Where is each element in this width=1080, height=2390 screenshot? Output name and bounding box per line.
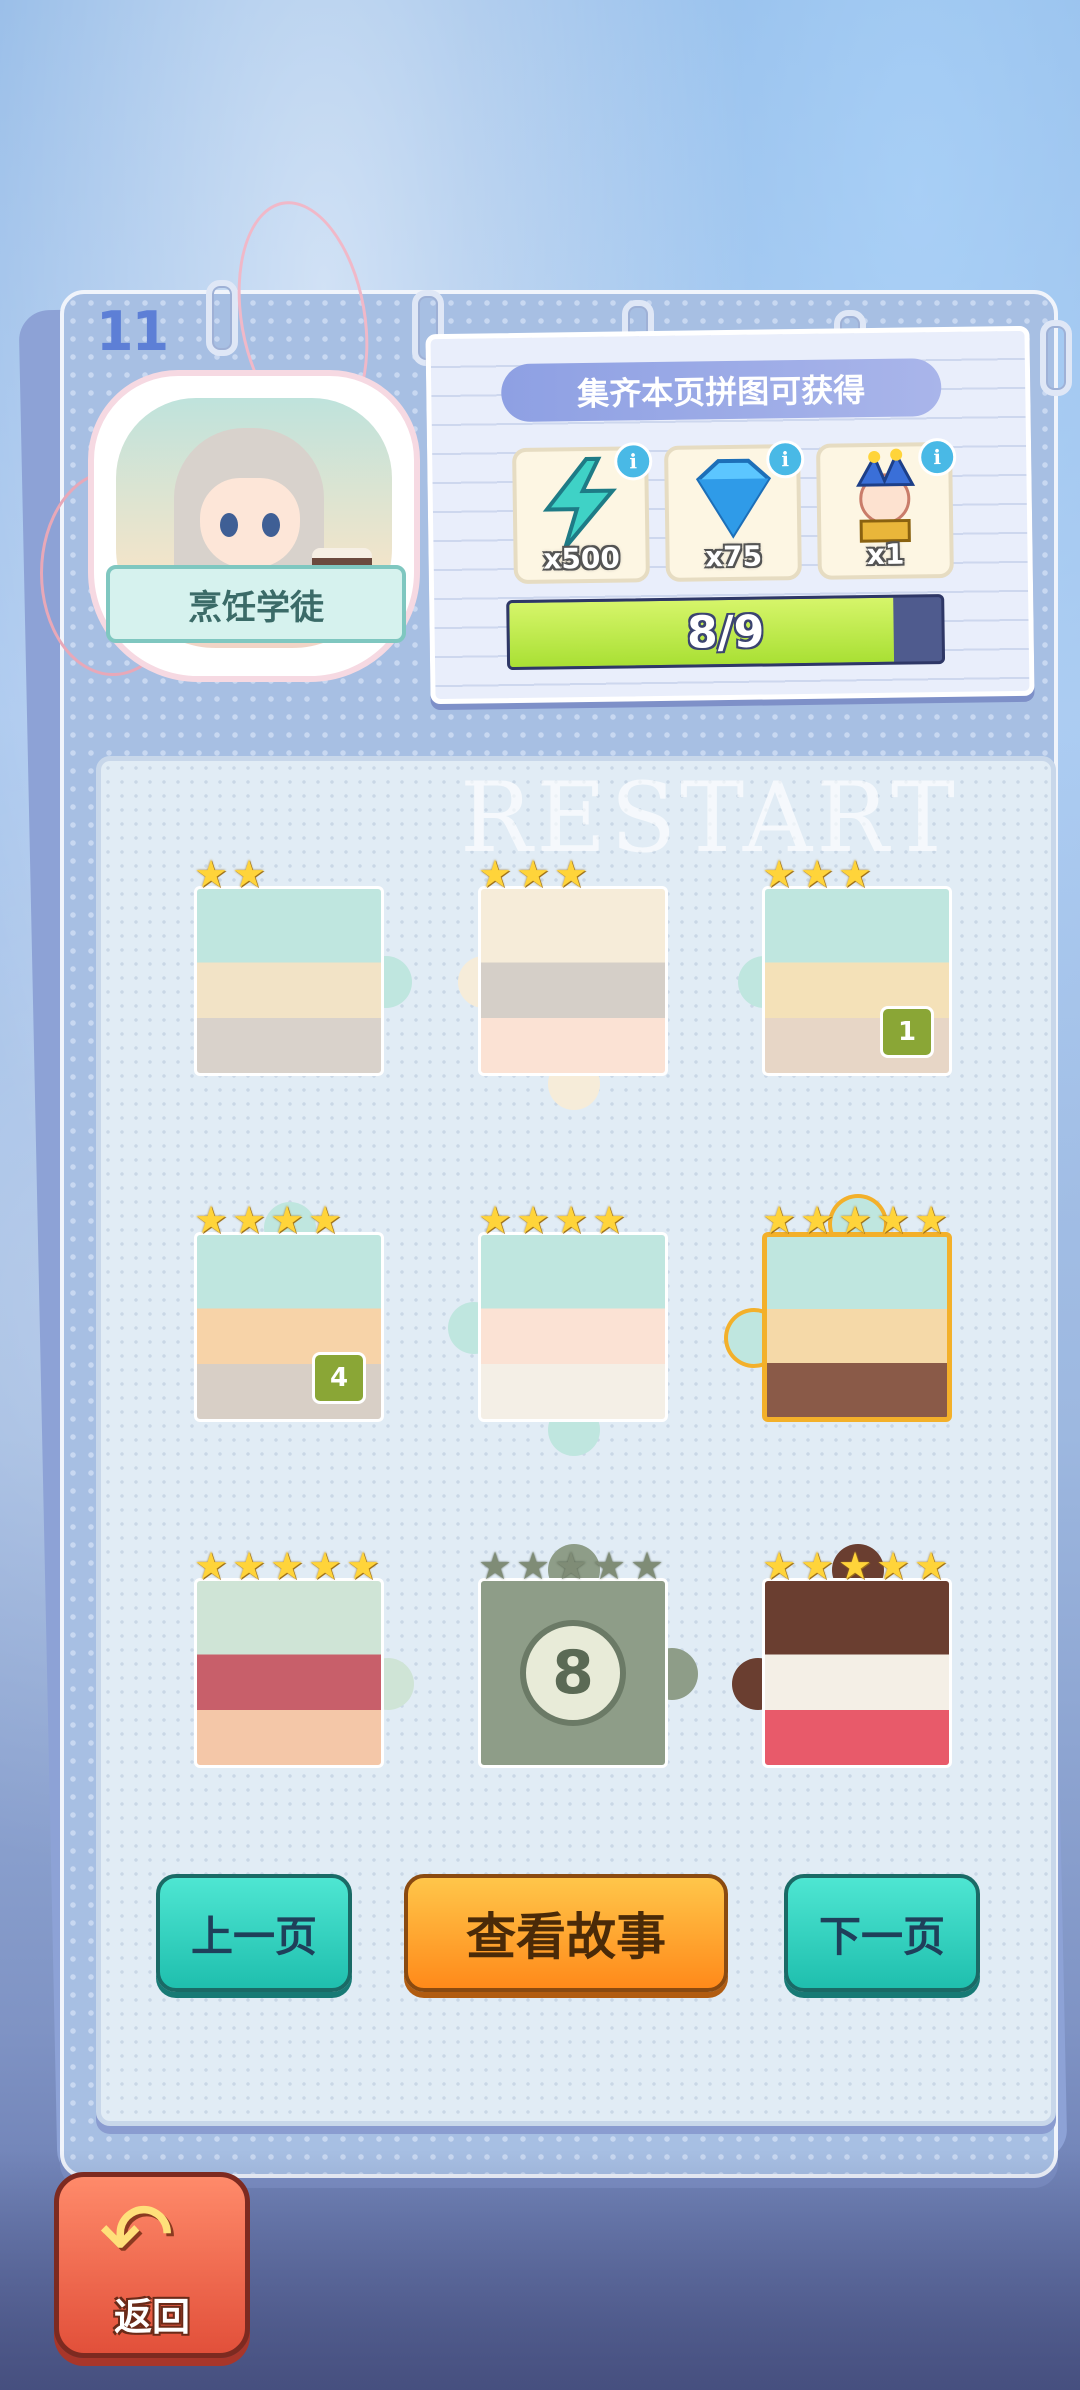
star-icon: ★: [838, 852, 873, 896]
piece-art: [478, 1232, 668, 1422]
star-icon: ★: [478, 1544, 513, 1588]
piece-art: [478, 886, 668, 1076]
reward-quantity: x1: [866, 537, 905, 572]
star-icon: ★: [876, 1198, 911, 1242]
puzzle-piece[interactable]: ★ ★ ★ ★ 4: [194, 1201, 384, 1422]
star-icon: ★: [346, 1544, 381, 1588]
star-icon: ★: [308, 1544, 343, 1588]
binder-ring: [1040, 320, 1072, 396]
back-arrow-icon: ↶: [99, 2183, 175, 2288]
piece-art: [194, 886, 384, 1076]
star-rating: ★ ★ ★ ★ ★: [762, 1198, 950, 1242]
star-icon: ★: [876, 1544, 911, 1588]
character-eye: [262, 513, 280, 537]
star-icon: ★: [592, 1198, 627, 1242]
puzzle-piece[interactable]: ★ ★ ★ ★ ★: [728, 1198, 952, 1422]
star-icon: ★: [762, 1544, 797, 1588]
puzzle-piece[interactable]: ★ ★ ★ 1: [738, 855, 952, 1076]
star-icon: ★: [762, 852, 797, 896]
star-icon: ★: [194, 1198, 229, 1242]
star-icon: ★: [838, 1544, 873, 1588]
progress-text: 8/9: [686, 606, 765, 659]
character-face: [200, 478, 300, 568]
back-label: 返回: [113, 2295, 190, 2339]
star-icon: ★: [270, 1198, 305, 1242]
puzzle-piece[interactable]: ★ ★ ★ ★: [448, 1201, 668, 1456]
star-icon: ★: [800, 1544, 835, 1588]
info-icon[interactable]: i: [917, 437, 957, 477]
puzzle-piece[interactable]: ★ ★ ★ ★ ★: [194, 1547, 414, 1768]
next-page-button[interactable]: 下一页: [784, 1874, 980, 1992]
puzzle-piece[interactable]: ★ ★ ★ ★ ★: [732, 1544, 952, 1768]
star-icon: ★: [914, 1544, 949, 1588]
character-eye: [220, 513, 238, 537]
star-icon: ★: [478, 1198, 513, 1242]
star-icon: ★: [554, 1198, 589, 1242]
star-icon: ★: [800, 1198, 835, 1242]
back-button[interactable]: ↶ 返回: [54, 2172, 250, 2358]
view-story-button[interactable]: 查看故事: [404, 1874, 728, 1992]
reward-title: 集齐本页拼图可获得: [500, 358, 942, 423]
star-icon: ★: [762, 1198, 797, 1242]
star-icon: ★: [516, 1198, 551, 1242]
info-icon[interactable]: i: [765, 439, 805, 479]
reward-diamond[interactable]: x75 i: [664, 439, 805, 582]
badge-title: 烹饪学徒: [106, 565, 406, 643]
piece-art: [762, 1578, 952, 1768]
star-icon: ★: [914, 1198, 949, 1242]
reward-quantity: x75: [704, 539, 763, 574]
collection-progress-bar: 8/9: [506, 594, 946, 671]
piece-count-badge: 1: [880, 1006, 934, 1058]
star-icon: ★: [516, 852, 551, 896]
star-icon: ★: [232, 1544, 267, 1588]
puzzle-piece[interactable]: ★ ★ ★: [458, 855, 668, 1110]
star-icon: ★: [800, 852, 835, 896]
star-rating: ★ ★ ★ ★: [194, 1198, 344, 1242]
chapter-number: 11: [96, 300, 169, 363]
binder-ring: [206, 280, 238, 356]
piece-art: [194, 1578, 384, 1768]
star-icon: ★: [478, 852, 513, 896]
star-icon: ★: [194, 852, 229, 896]
piece-count-badge: 4: [312, 1352, 366, 1404]
star-icon: ★: [516, 1544, 551, 1588]
star-rating: ★ ★ ★ ★ ★: [478, 1544, 666, 1588]
star-icon: ★: [194, 1544, 229, 1588]
piece-art: [762, 1232, 952, 1422]
star-icon: ★: [554, 1544, 589, 1588]
star-icon: ★: [630, 1544, 665, 1588]
star-icon: ★: [232, 852, 267, 896]
star-icon: ★: [554, 852, 589, 896]
reward-panel: 集齐本页拼图可获得 x500 i x75 i x1 i 8/9: [425, 325, 1035, 705]
reward-jester[interactable]: x1 i: [816, 437, 957, 580]
reward-energy[interactable]: x500 i: [512, 442, 653, 585]
puzzle-piece[interactable]: ★ ★: [194, 855, 412, 1076]
star-icon: ★: [308, 1198, 343, 1242]
star-icon: ★: [838, 1198, 873, 1242]
reward-quantity: x500: [543, 541, 621, 576]
locked-piece-number: 8: [520, 1620, 626, 1726]
star-rating: ★ ★ ★ ★ ★: [762, 1544, 950, 1588]
puzzle-piece[interactable]: ★ ★ ★ ★ ★ 8: [478, 1544, 698, 1768]
star-rating: ★ ★ ★ ★: [478, 1198, 628, 1242]
star-rating: ★ ★ ★: [762, 852, 874, 896]
star-rating: ★ ★ ★ ★ ★: [194, 1544, 382, 1588]
star-icon: ★: [232, 1198, 267, 1242]
star-rating: ★ ★: [194, 852, 268, 896]
info-icon[interactable]: i: [613, 442, 653, 481]
prev-page-button[interactable]: 上一页: [156, 1874, 352, 1992]
star-icon: ★: [592, 1544, 627, 1588]
star-rating: ★ ★ ★: [478, 852, 590, 896]
star-icon: ★: [270, 1544, 305, 1588]
